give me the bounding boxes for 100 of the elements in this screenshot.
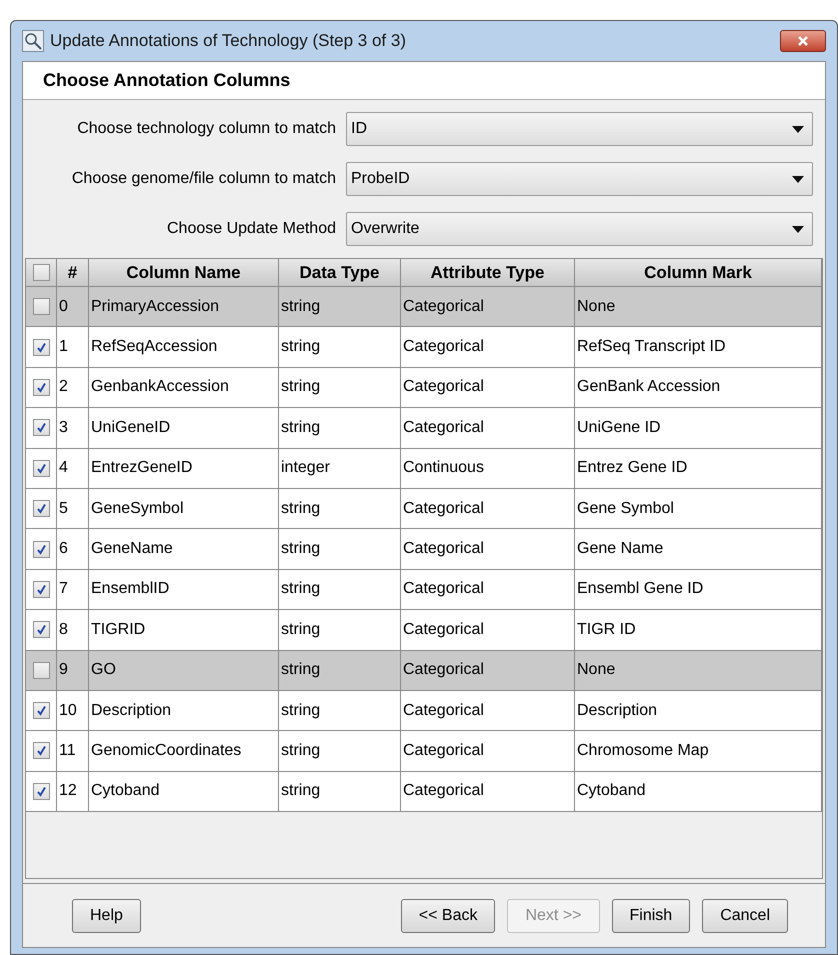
checkbox[interactable] bbox=[32, 580, 50, 598]
table-row[interactable]: 6 GeneName string Categorical Gene Name bbox=[26, 529, 822, 570]
table-cell: GenBank Accession bbox=[575, 368, 822, 408]
table-cell: Categorical bbox=[401, 327, 575, 367]
table-cell: None bbox=[575, 287, 822, 326]
dialog-button[interactable]: Help bbox=[72, 898, 141, 932]
field-label: Choose technology column to match bbox=[76, 119, 337, 139]
table-row[interactable]: 5 GeneSymbol string Categorical Gene Symbol bbox=[26, 488, 822, 530]
table-cell: Gene Symbol bbox=[575, 488, 822, 528]
checkmark-icon bbox=[36, 544, 46, 555]
table-row[interactable]: 10 Description string Categorical Description bbox=[26, 690, 822, 732]
dialog-button[interactable]: Finish bbox=[612, 898, 690, 932]
checkbox[interactable] bbox=[32, 500, 50, 518]
table-cell: integer bbox=[279, 448, 401, 488]
table-row[interactable]: 4 EntrezGeneID integer Continuous Entrez Gene ID bbox=[26, 448, 822, 489]
close-button[interactable] bbox=[780, 30, 826, 52]
dropdown[interactable]: Overwrite bbox=[346, 212, 813, 246]
table-cell: string bbox=[279, 650, 401, 690]
checkbox[interactable] bbox=[32, 782, 50, 800]
table-cell: GeneSymbol bbox=[89, 488, 279, 528]
table-cell: Description bbox=[89, 690, 279, 730]
checkbox[interactable] bbox=[32, 378, 50, 396]
table-row[interactable]: 0 PrimaryAccession string Categorical None bbox=[26, 287, 822, 328]
table-row[interactable]: 12 Cytoband string Categorical Cytoband bbox=[26, 772, 822, 812]
checkbox[interactable] bbox=[32, 702, 50, 720]
table-cell: 11 bbox=[57, 731, 89, 771]
table-cell: 3 bbox=[57, 408, 89, 448]
field-label: Choose genome/file column to match bbox=[70, 169, 337, 189]
table-cell: UniGene ID bbox=[575, 408, 822, 448]
table-cell: 2 bbox=[57, 368, 89, 408]
column-header[interactable]: Attribute Type bbox=[401, 259, 575, 287]
checkbox[interactable] bbox=[32, 264, 50, 281]
table-cell: 6 bbox=[57, 529, 89, 569]
table-cell: GenbankAccession bbox=[89, 368, 279, 408]
table-row[interactable]: 9 GO string Categorical None bbox=[26, 650, 822, 691]
table-cell: 5 bbox=[57, 488, 89, 528]
column-header[interactable]: # bbox=[57, 259, 89, 287]
dropdown[interactable]: ProbeID bbox=[346, 162, 813, 196]
checkmark-icon bbox=[36, 342, 46, 353]
table-cell: Categorical bbox=[401, 650, 575, 690]
checkbox[interactable] bbox=[32, 298, 50, 316]
table-cell: Categorical bbox=[401, 529, 575, 569]
caret-icon bbox=[792, 126, 804, 132]
table-cell: 7 bbox=[57, 570, 89, 610]
table-cell: string bbox=[279, 327, 401, 367]
table-cell: Categorical bbox=[401, 772, 575, 812]
table-cell: 10 bbox=[57, 690, 89, 730]
checkbox[interactable] bbox=[32, 419, 50, 436]
table-cell: Categorical bbox=[401, 731, 575, 771]
table-cell: Categorical bbox=[401, 690, 575, 730]
table-cell: Chromosome Map bbox=[575, 731, 822, 771]
checkmark-icon bbox=[36, 503, 46, 514]
checkmark-icon bbox=[36, 624, 46, 636]
caret-icon bbox=[792, 226, 804, 232]
table-cell: EnsemblID bbox=[89, 570, 279, 610]
checkmark-icon bbox=[36, 462, 46, 474]
checkbox[interactable] bbox=[32, 621, 50, 638]
checkmark-icon bbox=[36, 705, 46, 716]
table-cell: GenomicCoordinates bbox=[89, 731, 279, 771]
table-row[interactable]: 11 GenomicCoordinates string Categorical Chromosome Map bbox=[26, 731, 822, 772]
table-row[interactable]: 7 EnsemblID string Categorical Ensembl Gene ID bbox=[26, 570, 822, 610]
table-cell: 8 bbox=[57, 610, 89, 650]
table-cell: string bbox=[279, 690, 401, 730]
window-title: Update Annotations of Technology (Step 3 of 3) bbox=[50, 30, 406, 52]
checkmark-icon bbox=[36, 422, 46, 434]
table-cell: Ensembl Gene ID bbox=[575, 570, 822, 610]
table-cell: Categorical bbox=[401, 287, 575, 326]
checkmark-icon bbox=[36, 382, 46, 393]
table-cell: TIGRID bbox=[89, 610, 279, 650]
column-header[interactable]: Column Name bbox=[89, 259, 279, 287]
table-cell: Description bbox=[575, 690, 822, 730]
table-row[interactable]: 3 UniGeneID string Categorical UniGene ID bbox=[26, 408, 822, 449]
table-cell: RefSeq Transcript ID bbox=[575, 327, 822, 367]
table-cell: 12 bbox=[57, 772, 89, 812]
table-cell: string bbox=[279, 529, 401, 569]
table-cell: 9 bbox=[57, 650, 89, 690]
table-cell: string bbox=[279, 610, 401, 650]
table-row[interactable]: 2 GenbankAccession string Categorical GenBank Accession bbox=[26, 368, 822, 408]
column-header[interactable]: Data Type bbox=[279, 259, 401, 287]
table-cell: string bbox=[279, 368, 401, 408]
checkbox[interactable] bbox=[32, 338, 50, 356]
table-cell: string bbox=[279, 731, 401, 771]
checkmark-icon bbox=[36, 786, 46, 797]
table-cell: 0 bbox=[57, 287, 89, 326]
dialog-button[interactable]: << Back bbox=[400, 898, 496, 932]
table-cell: Continuous bbox=[401, 448, 575, 488]
dropdown[interactable]: ID bbox=[346, 112, 813, 146]
table-row[interactable]: 8 TIGRID string Categorical TIGR ID bbox=[26, 610, 822, 651]
checkbox[interactable] bbox=[32, 540, 50, 558]
checkbox[interactable] bbox=[32, 742, 50, 760]
table-cell: 1 bbox=[57, 327, 89, 367]
table-cell: string bbox=[279, 408, 401, 448]
table-cell: string bbox=[279, 488, 401, 528]
table-cell: GeneName bbox=[89, 529, 279, 569]
column-header[interactable]: Column Mark bbox=[575, 259, 822, 287]
checkbox[interactable] bbox=[32, 460, 50, 477]
table-row[interactable]: 1 RefSeqAccession string Categorical RefSeq Transcript ID bbox=[26, 327, 822, 368]
dialog-button[interactable]: Cancel bbox=[702, 898, 788, 932]
checkbox[interactable] bbox=[32, 662, 50, 679]
table-cell: GO bbox=[89, 650, 279, 690]
